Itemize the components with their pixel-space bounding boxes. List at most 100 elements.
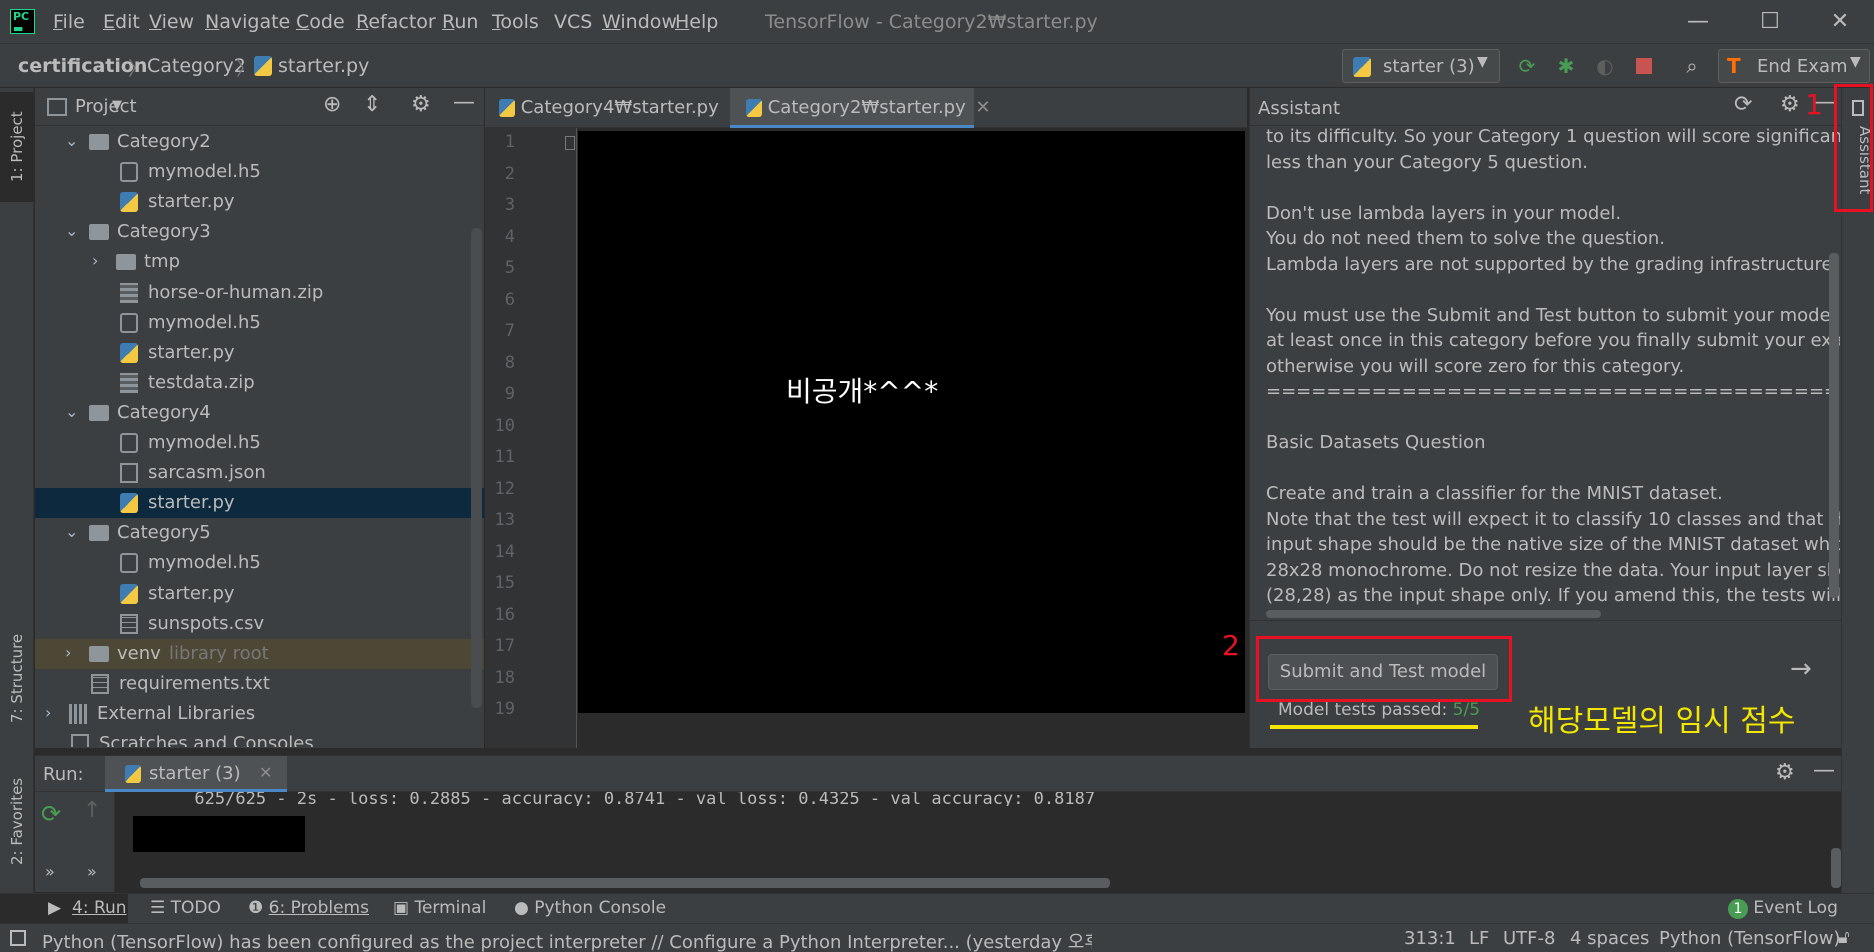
expand-icon[interactable]: »	[87, 862, 97, 881]
menu-code[interactable]: Code	[296, 11, 345, 33]
chevron-right-icon[interactable]: ›	[45, 703, 51, 722]
tree-item[interactable]: mymodel.h5	[35, 548, 484, 578]
editor-tab[interactable]: Category4₩starter.py ✕	[485, 88, 744, 128]
tree-item[interactable]: Scratches and Consoles	[35, 729, 484, 747]
close-button[interactable]: ✕	[1816, 6, 1864, 38]
locate-file-icon[interactable]: ⊕	[323, 92, 341, 117]
menu-edit[interactable]: Edit	[103, 11, 140, 33]
structure-tool-tab[interactable]: 7: Structure	[0, 608, 34, 748]
chevron-down-icon[interactable]: ⌄	[65, 402, 78, 421]
expand-icon[interactable]: »	[45, 862, 55, 881]
project-scrollbar[interactable]	[471, 228, 482, 708]
chevron-right-icon[interactable]: ›	[65, 643, 71, 662]
assistant-vertical-scrollbar[interactable]	[1829, 253, 1839, 598]
tree-item-label: requirements.txt	[119, 672, 270, 694]
line-separator[interactable]: LF	[1469, 928, 1489, 949]
menu-navigate[interactable]: Navigate	[205, 11, 290, 33]
assistant-text-line: Basic Datasets Question	[1266, 432, 1486, 453]
hide-panel-icon[interactable]: —	[453, 90, 475, 115]
breadcrumb-folder[interactable]: Category2	[147, 55, 246, 77]
run-vertical-scrollbar[interactable]	[1831, 848, 1841, 888]
tree-item[interactable]: ⌄ Category3	[35, 217, 484, 247]
toggle-tool-windows-icon[interactable]	[10, 930, 26, 946]
collapse-all-icon[interactable]: ⇕	[363, 92, 381, 117]
assistant-horizontal-scrollbar[interactable]	[1266, 610, 1601, 618]
tree-item[interactable]: ⌄ Category4	[35, 398, 484, 428]
tree-item[interactable]: sarcasm.json	[35, 458, 484, 488]
tree-item[interactable]: mymodel.h5	[35, 428, 484, 458]
fold-marker-icon[interactable]	[565, 136, 575, 150]
indent-setting[interactable]: 4 spaces	[1570, 928, 1649, 949]
editor-tab-active[interactable]: Category2₩starter.py ✕	[730, 88, 991, 128]
run-config-dropdown[interactable]: starter (3) ▼	[1342, 49, 1500, 83]
tree-item-label: starter.py	[148, 492, 235, 514]
problems-tool-tab[interactable]: ❶ 6: Problems	[248, 898, 369, 918]
menu-run[interactable]: Run	[442, 11, 478, 33]
tree-item[interactable]: › External Libraries	[35, 699, 484, 729]
tree-item[interactable]: starter.py	[35, 488, 484, 519]
chevron-down-icon[interactable]: ⌄	[65, 131, 78, 150]
tree-item[interactable]: › venv library root	[35, 638, 484, 669]
run-horizontal-scrollbar[interactable]	[140, 878, 1110, 888]
caret-position[interactable]: 313:1	[1404, 928, 1456, 949]
python-console-tool-tab[interactable]: ● Python Console	[514, 898, 666, 918]
refresh-icon[interactable]: ⟳	[1734, 92, 1752, 117]
breadcrumb-file[interactable]: starter.py	[278, 55, 369, 77]
coverage-icon[interactable]: ◐	[1592, 53, 1618, 79]
tree-item[interactable]: ⌄ Category5	[35, 518, 484, 548]
tree-item[interactable]: starter.py	[35, 579, 484, 609]
rerun-icon[interactable]: ⟳	[41, 800, 61, 828]
rerun-icon[interactable]: ⟳	[1514, 53, 1540, 79]
tree-item[interactable]: mymodel.h5	[35, 157, 484, 187]
file-encoding[interactable]: UTF-8	[1503, 928, 1555, 949]
chevron-down-icon[interactable]: ⌄	[65, 522, 78, 541]
tree-item[interactable]: mymodel.h5	[35, 308, 484, 338]
gear-icon[interactable]: ⚙	[1780, 92, 1800, 117]
menu-help[interactable]: Help	[675, 11, 718, 33]
terminal-tool-tab[interactable]: ▣ Terminal	[393, 898, 486, 918]
run-tool-tab[interactable]: ▶ 4: Run	[0, 894, 128, 924]
close-icon[interactable]: ✕	[259, 763, 272, 782]
run-tab[interactable]: starter (3) ✕	[105, 756, 287, 792]
next-arrow-icon[interactable]: →	[1790, 654, 1812, 684]
status-message[interactable]: Python (TensorFlow) has been configured …	[42, 928, 1092, 952]
minimize-button[interactable]: —	[1674, 6, 1722, 38]
line-number: 13	[494, 510, 515, 530]
close-icon[interactable]: ✕	[976, 97, 991, 118]
todo-tool-tab[interactable]: ☰ TODO	[150, 898, 221, 918]
tree-item[interactable]: starter.py	[35, 338, 484, 368]
editor-tab-label: Category4₩starter.py	[520, 97, 719, 118]
menu-view[interactable]: View	[149, 11, 194, 33]
tree-item[interactable]: ⌄ Category2	[35, 127, 484, 157]
interpreter-setting[interactable]: Python (TensorFlow)	[1659, 928, 1840, 949]
favorites-tool-tab[interactable]: 2: Favorites	[0, 756, 34, 886]
lock-icon[interactable]: 🔓︎	[1838, 927, 1850, 948]
menu-file[interactable]: File	[53, 11, 85, 33]
gear-icon[interactable]: ⚙	[1775, 760, 1795, 785]
tree-item[interactable]: sunspots.csv	[35, 609, 484, 639]
stop-icon[interactable]	[1636, 58, 1652, 74]
debug-bug-icon[interactable]: ✱	[1553, 53, 1579, 79]
chevron-down-icon[interactable]: ⌄	[65, 221, 78, 240]
menu-vcs[interactable]: VCS	[554, 11, 592, 33]
menu-window[interactable]: Window	[602, 11, 677, 33]
event-log-tool-tab[interactable]: 1 Event Log	[1728, 898, 1838, 919]
tree-item[interactable]: requirements.txt	[35, 669, 484, 699]
project-tool-tab[interactable]: 1: Project	[0, 92, 34, 202]
tree-item[interactable]: horse-or-human.zip	[35, 278, 484, 308]
run-tool-tab-label: 4: Run	[72, 898, 127, 918]
maximize-button[interactable]: ☐	[1746, 6, 1794, 38]
gear-icon[interactable]: ⚙	[411, 92, 431, 117]
hide-panel-icon[interactable]: —	[1813, 758, 1835, 783]
tree-item[interactable]: testdata.zip	[35, 368, 484, 398]
search-icon[interactable]: ⌕	[1679, 53, 1705, 79]
chevron-down-icon[interactable]: ▼	[112, 98, 122, 113]
tree-item[interactable]: › tmp	[35, 247, 484, 277]
menu-refactor[interactable]: Refactor	[356, 11, 436, 33]
end-exam-button[interactable]: T End Exam ▼	[1718, 49, 1870, 83]
tree-item[interactable]: starter.py	[35, 187, 484, 217]
up-arrow-icon[interactable]: ↑	[83, 798, 101, 823]
project-panel-title[interactable]: Project	[75, 96, 137, 117]
menu-tools[interactable]: Tools	[492, 11, 539, 33]
chevron-right-icon[interactable]: ›	[92, 251, 98, 270]
